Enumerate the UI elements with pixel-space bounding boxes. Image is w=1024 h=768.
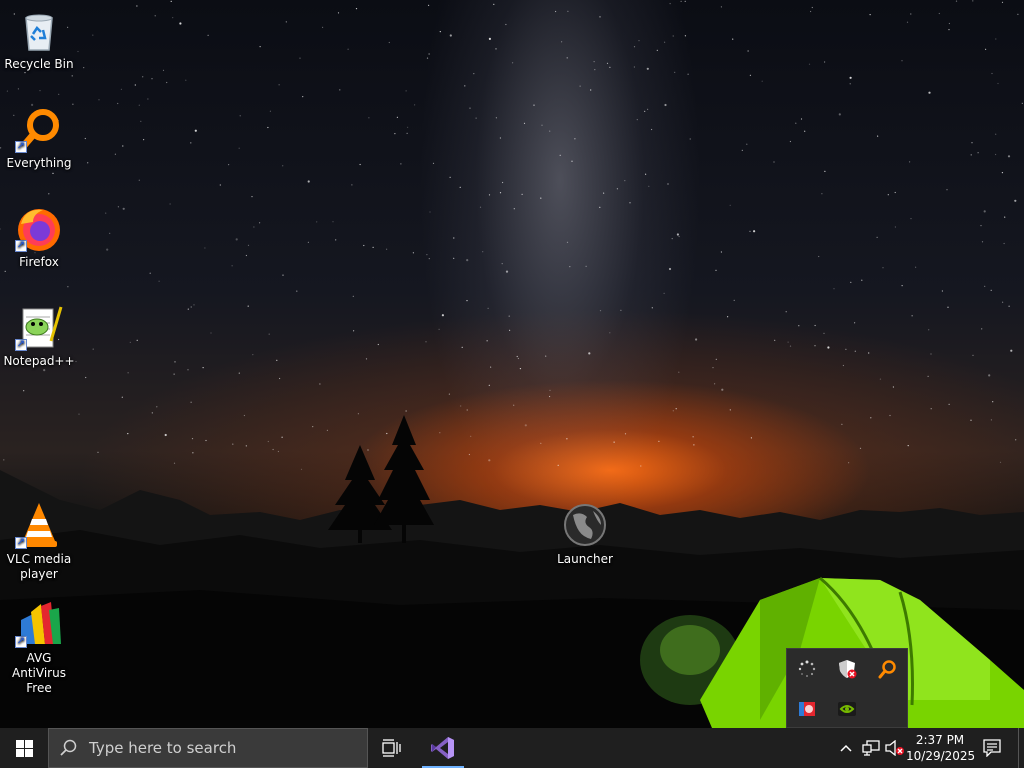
desktop-icon-everything[interactable]: ↗ Everything xyxy=(0,105,78,171)
desktop-icon-recycle-bin[interactable]: Recycle Bin xyxy=(0,6,78,72)
desktop-icon-label: Firefox xyxy=(19,255,59,269)
taskbar-search-box[interactable]: Type here to search xyxy=(48,728,368,768)
search-placeholder: Type here to search xyxy=(89,739,237,757)
desktop-icon-label: Everything xyxy=(6,156,72,170)
task-view-icon xyxy=(382,739,401,757)
show-desktop-button[interactable] xyxy=(1018,728,1024,768)
desktop-icon-label: VLC media player xyxy=(6,552,72,581)
action-center-button[interactable] xyxy=(976,728,1008,768)
clock-time: 2:37 PM xyxy=(915,733,965,747)
desktop-icon-label: AVG AntiVirus Free xyxy=(12,651,66,695)
taskbar: Type here to search 2:37 PM 10/29/2025 xyxy=(0,728,1024,768)
taskbar-clock[interactable]: 2:37 PM 10/29/2025 xyxy=(906,728,976,768)
volume-muted-icon xyxy=(885,740,904,756)
desktop-icon-label: Recycle Bin xyxy=(4,57,74,71)
notepadpp-icon: ↗ xyxy=(15,303,63,351)
shortcut-arrow-icon: ↗ xyxy=(15,141,27,153)
nvidia-icon[interactable] xyxy=(827,689,867,728)
start-button[interactable] xyxy=(0,728,48,768)
chevron-up-icon xyxy=(840,744,852,752)
shortcut-arrow-icon: ↗ xyxy=(15,240,27,252)
firefox-icon: ↗ xyxy=(15,204,63,252)
recycle-bin-icon xyxy=(15,6,63,54)
network-ethernet-icon xyxy=(862,740,880,756)
task-view-button[interactable] xyxy=(372,728,412,768)
shortcut-arrow-icon: ↗ xyxy=(15,339,27,351)
desktop-icon-label: Notepad++ xyxy=(3,354,75,368)
launcher-globe-icon xyxy=(561,501,609,549)
visual-studio-taskbar-button[interactable] xyxy=(422,728,464,768)
security-shield-alert-icon[interactable] xyxy=(827,649,867,689)
clock-date: 10/29/2025 xyxy=(906,749,976,763)
wallpaper-landscape xyxy=(0,415,1024,728)
shortcut-arrow-icon: ↗ xyxy=(15,537,27,549)
show-hidden-icons-button[interactable] xyxy=(834,728,858,768)
volume-button[interactable] xyxy=(883,728,907,768)
vlc-icon: ↗ xyxy=(15,501,63,549)
network-button[interactable] xyxy=(859,728,883,768)
search-icon xyxy=(49,739,89,757)
desktop-icon-label: Launcher xyxy=(557,552,613,566)
everything-search-icon: ↗ xyxy=(15,105,63,153)
shortcut-arrow-icon: ↗ xyxy=(15,636,27,648)
avg-icon: ↗ xyxy=(15,600,63,648)
avg-tray-icon[interactable] xyxy=(787,689,827,728)
loading-spinner-icon[interactable] xyxy=(787,649,827,689)
windows-logo-icon xyxy=(15,739,33,757)
everything-tray-icon[interactable] xyxy=(867,649,907,689)
visual-studio-icon xyxy=(431,737,454,759)
notification-icon xyxy=(983,739,1001,757)
tray-overflow-panel xyxy=(786,648,908,728)
desktop-icon-firefox[interactable]: ↗ Firefox xyxy=(0,204,78,270)
desktop-icon-notepadpp[interactable]: ↗ Notepad++ xyxy=(0,303,78,369)
desktop-icon-avg[interactable]: ↗ AVG AntiVirus Free xyxy=(0,600,78,696)
desktop[interactable]: Recycle Bin ↗ Everything ↗ Firefox ↗ Not… xyxy=(0,0,1024,728)
desktop-icon-vlc[interactable]: ↗ VLC media player xyxy=(0,501,78,582)
desktop-icon-launcher[interactable]: Launcher xyxy=(546,501,624,567)
